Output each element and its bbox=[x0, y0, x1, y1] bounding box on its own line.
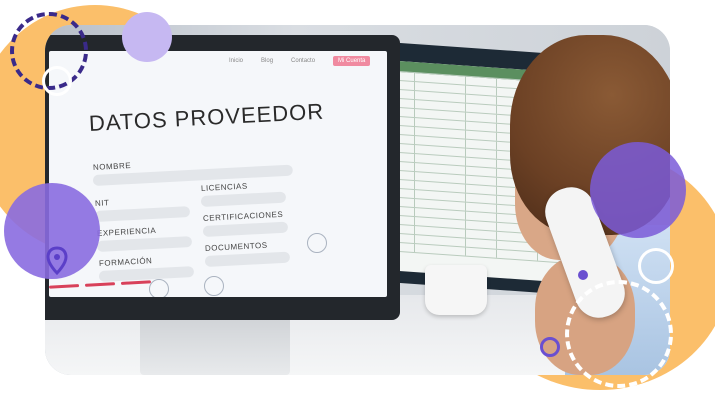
coffee-mug bbox=[425, 265, 487, 315]
form-title: DATOS PROVEEDOR bbox=[88, 98, 325, 136]
white-ring-right bbox=[638, 248, 674, 284]
purple-dot bbox=[578, 270, 588, 280]
input-licencias[interactable] bbox=[200, 191, 287, 207]
label-documentos: DOCUMENTOS bbox=[204, 240, 268, 253]
supplier-form-screen: Inicio Blog Contacto Mi Cuenta DATOS PRO… bbox=[49, 51, 387, 297]
location-pin-icon bbox=[46, 246, 68, 276]
top-navigation: Inicio Blog Contacto Mi Cuenta bbox=[229, 56, 371, 66]
purple-circle-top bbox=[122, 12, 172, 62]
progress-indicator bbox=[49, 280, 152, 289]
monitor-stand bbox=[140, 315, 290, 375]
input-documentos[interactable] bbox=[204, 251, 291, 267]
label-experiencia: EXPERIENCIA bbox=[96, 225, 157, 238]
nav-item-inicio[interactable]: Inicio bbox=[229, 58, 243, 64]
label-licencias: LICENCIAS bbox=[200, 181, 248, 193]
main-monitor: Inicio Blog Contacto Mi Cuenta DATOS PRO… bbox=[45, 35, 400, 320]
label-certificaciones: CERTIFICACIONES bbox=[202, 209, 284, 223]
step-circle-icon bbox=[149, 279, 169, 297]
upload-circle-icon[interactable] bbox=[307, 233, 327, 253]
step-circle-icon bbox=[204, 276, 224, 296]
purple-ring-small bbox=[540, 337, 560, 357]
dashed-ring-bottom-right bbox=[565, 280, 673, 388]
input-nit[interactable] bbox=[94, 206, 191, 222]
label-nombre: NOMBRE bbox=[92, 161, 132, 172]
white-ring-top-left bbox=[42, 66, 72, 96]
purple-circle-right bbox=[590, 142, 686, 238]
account-button[interactable]: Mi Cuenta bbox=[333, 56, 371, 66]
label-nit: NIT bbox=[94, 198, 110, 208]
nav-item-contacto[interactable]: Contacto bbox=[291, 58, 315, 64]
label-formacion: FORMACIÓN bbox=[98, 256, 153, 268]
input-experiencia[interactable] bbox=[96, 236, 193, 252]
input-certificaciones[interactable] bbox=[202, 221, 289, 237]
nav-item-blog[interactable]: Blog bbox=[261, 58, 273, 64]
